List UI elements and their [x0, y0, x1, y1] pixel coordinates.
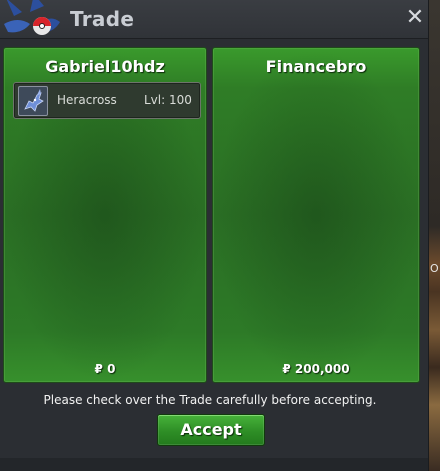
partner-money-offer: ₽ 200,000 [282, 362, 350, 376]
my-player-name: Gabriel10hdz [45, 57, 165, 76]
game-world-background [428, 0, 440, 471]
trade-window: Trade ✕ Gabriel10hdz Heracross Lvl: 100 … [0, 0, 429, 471]
my-offer-panel: Gabriel10hdz Heracross Lvl: 100 ₽ 0 [3, 47, 207, 383]
window-bottom-edge [0, 458, 428, 471]
window-title: Trade [70, 7, 135, 31]
heracross-sprite-icon [18, 86, 48, 116]
pokemon-name: Heracross [57, 93, 117, 107]
my-money-offer: ₽ 0 [94, 362, 116, 376]
offered-pokemon-slot[interactable]: Heracross Lvl: 100 [13, 82, 201, 119]
close-icon[interactable]: ✕ [404, 7, 426, 29]
partner-player-name: Financebro [265, 57, 367, 76]
accept-button[interactable]: Accept [157, 414, 265, 446]
partner-offer-panel: Financebro ₽ 200,000 [212, 47, 420, 383]
pokeball-emblem-icon [4, 0, 60, 35]
title-bar: Trade ✕ [0, 0, 428, 39]
trade-warning-text: Please check over the Trade carefully be… [43, 393, 377, 407]
background-world-text: O [430, 262, 439, 275]
pokemon-level: Lvl: 100 [144, 93, 192, 107]
